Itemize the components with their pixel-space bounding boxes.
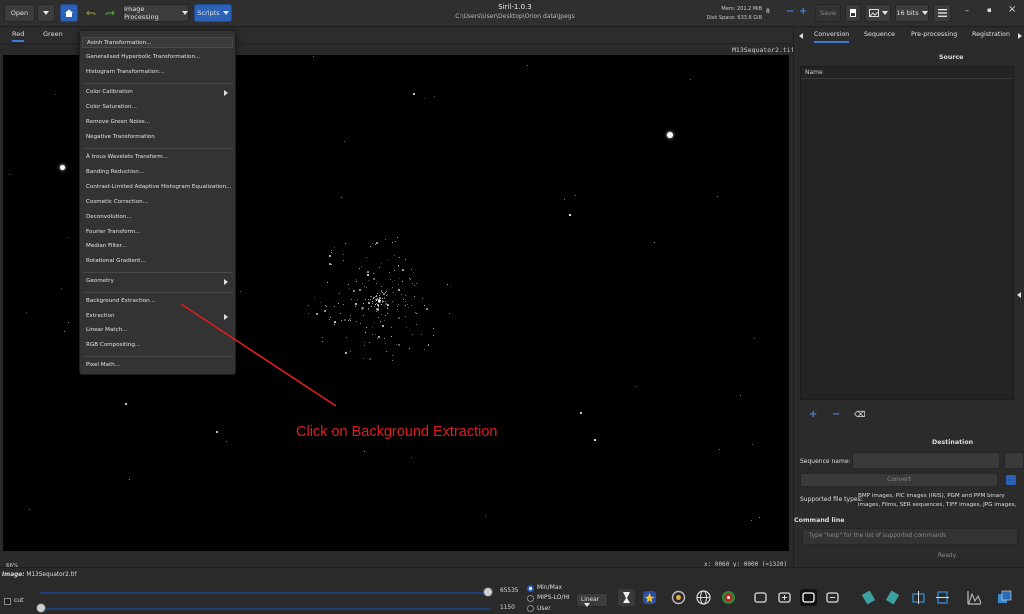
mirror-vertical-icon[interactable]	[934, 589, 951, 606]
max-slider[interactable]	[40, 592, 490, 594]
mirror-horizontal-icon[interactable]	[910, 589, 927, 606]
image-info: Image: M13Sequator2.tif	[2, 572, 77, 578]
radio-min-max[interactable]	[527, 585, 534, 592]
clear-icon: ⌫	[854, 410, 866, 419]
image-info-label: Image:	[2, 572, 25, 578]
max-value: 65535	[500, 588, 519, 594]
siril-window: Open Image Processing Scripts Siril-1.0.…	[0, 0, 1024, 614]
min-slider[interactable]	[40, 608, 490, 610]
radio-user[interactable]	[527, 605, 534, 612]
supported-types-label: Supported file types:	[800, 496, 863, 503]
list-header-name[interactable]: Name	[801, 67, 1013, 79]
status-ready: Ready.	[938, 553, 958, 559]
sequence-name-extra-field[interactable]	[1004, 452, 1024, 469]
source-title: Source	[939, 54, 964, 61]
sequence-name-input[interactable]	[852, 452, 1000, 469]
convert-button[interactable]: Convert	[800, 473, 998, 487]
sequence-name-label: Sequence name:	[800, 458, 851, 465]
tabs-scroll-left-icon[interactable]	[799, 33, 803, 39]
convert-option-checkbox[interactable]	[1006, 475, 1016, 485]
histogram-icon[interactable]	[966, 589, 983, 606]
cut-checkbox[interactable]	[4, 598, 11, 605]
destination-title: Destination	[932, 439, 974, 446]
remove-files-button[interactable]: −	[832, 409, 840, 420]
color-display-icon[interactable]	[641, 589, 658, 606]
tab-sequence[interactable]: Sequence	[864, 31, 895, 38]
chevron-down-icon	[584, 603, 590, 607]
right-panel: Conversion Sequence Pre-processing Regis…	[793, 27, 1024, 567]
source-file-list[interactable]: Name	[800, 66, 1014, 400]
zoom-one-icon[interactable]	[800, 589, 817, 606]
tabs-scroll-right-icon[interactable]	[1018, 33, 1022, 39]
add-files-button[interactable]: +	[809, 409, 817, 420]
annotation-text: Click on Background Extraction	[296, 424, 498, 440]
layers-icon[interactable]	[996, 589, 1013, 606]
negative-view-icon[interactable]	[670, 589, 687, 606]
add-icon: +	[809, 409, 818, 420]
tab-conversion[interactable]: Conversion	[814, 31, 850, 43]
mode-min-max-label: Min/Max	[537, 584, 563, 591]
radio-mips[interactable]	[527, 595, 534, 602]
image-info-name: M13Sequator2.tif	[26, 572, 77, 578]
mode-user-label: User	[537, 605, 551, 612]
zoom-out-icon[interactable]	[824, 589, 841, 606]
bottom-bar: Image: M13Sequator2.tif 65535 1150 cut M…	[0, 567, 1024, 614]
convert-label: Convert	[887, 476, 911, 483]
min-value: 1150	[500, 605, 515, 611]
min-slider-handle[interactable]	[36, 603, 46, 613]
panel-collapse-icon[interactable]	[1017, 292, 1021, 298]
max-slider-handle[interactable]	[483, 587, 493, 597]
tab-registration[interactable]: Registration	[972, 31, 1010, 38]
remove-icon: −	[832, 409, 841, 420]
zoom-in-icon[interactable]	[776, 589, 793, 606]
auto-stretch-icon[interactable]	[618, 589, 635, 606]
clear-list-button[interactable]: ⌫	[854, 410, 865, 419]
zoom-fit-icon[interactable]	[752, 589, 769, 606]
rotate-right-icon[interactable]	[884, 589, 901, 606]
rotate-left-icon[interactable]	[860, 589, 877, 606]
cut-label: cut	[14, 597, 24, 604]
command-line-label: Command line	[794, 517, 845, 524]
tab-preprocessing[interactable]: Pre-processing	[911, 31, 957, 38]
target-icon[interactable]	[720, 589, 737, 606]
mode-mips-label: MIPS-LO/HI	[537, 594, 570, 601]
globe-icon[interactable]	[695, 589, 712, 606]
command-line-input[interactable]: Type "help" for the list of supported co…	[802, 528, 1018, 545]
supported-types-text: BMP images, PIC images (IRIS), PGM and P…	[858, 493, 1017, 508]
scale-select[interactable]: Linear	[576, 593, 608, 607]
